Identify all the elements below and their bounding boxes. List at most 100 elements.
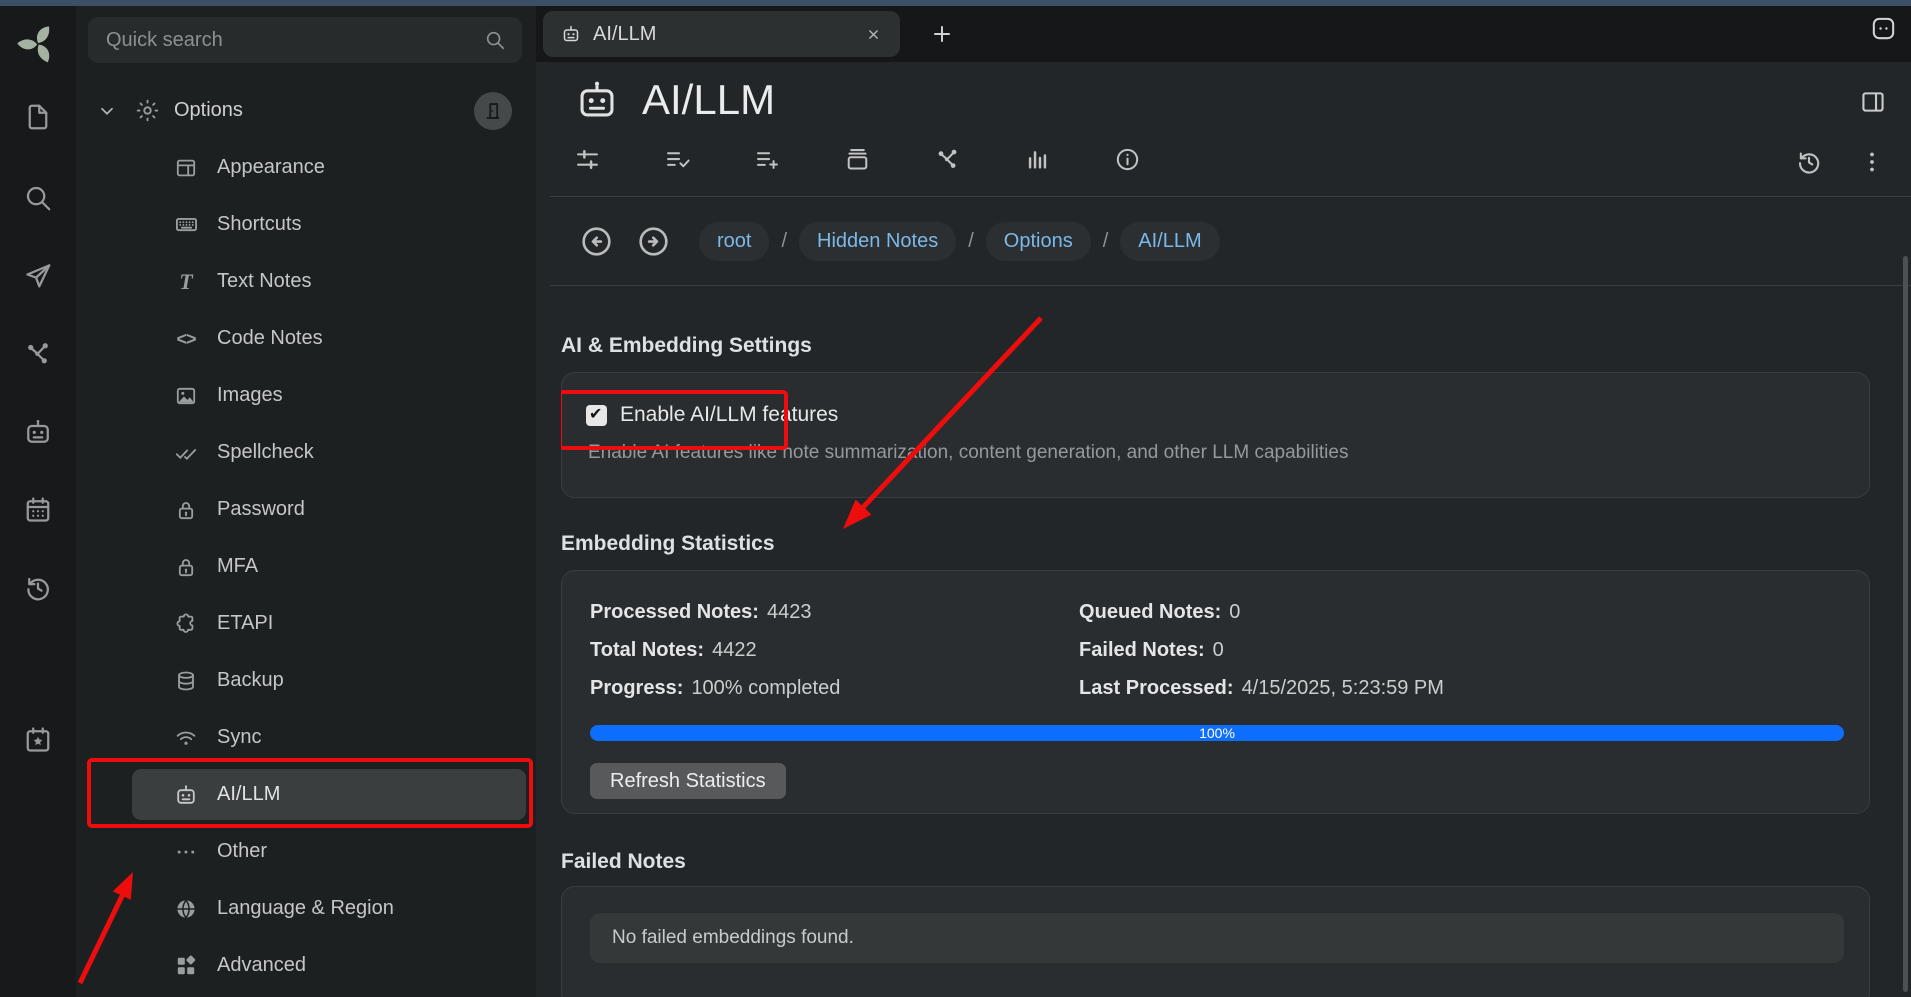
breadcrumb-item-root[interactable]: root <box>699 222 769 261</box>
tree-item-language-region[interactable]: Language & Region <box>76 880 536 937</box>
tree-item-shortcuts[interactable]: Shortcuts <box>76 196 536 253</box>
today-note-icon[interactable] <box>23 725 53 755</box>
tree-item-label: Backup <box>217 669 284 692</box>
tree-item-sync[interactable]: Sync <box>76 709 536 766</box>
info-icon[interactable] <box>1114 146 1141 173</box>
relation-map-icon[interactable] <box>23 339 53 369</box>
spellcheck-icon <box>173 441 199 465</box>
recent-changes-icon[interactable] <box>23 573 53 603</box>
section-heading-failed-notes: Failed Notes <box>561 850 1870 874</box>
tree-item-label: Text Notes <box>217 270 311 293</box>
failed-notes-empty-message: No failed embeddings found. <box>590 913 1844 963</box>
tree-item-appearance[interactable]: Appearance <box>76 139 536 196</box>
ai-settings-card: Enable AI/LLM features Enable AI feature… <box>561 372 1870 498</box>
back-button[interactable] <box>579 224 614 259</box>
enable-ai-checkbox-label[interactable]: Enable AI/LLM features <box>620 403 838 427</box>
tree-item-label: Code Notes <box>217 327 323 350</box>
embedding-statistics-card: Processed Notes:4423 Queued Notes:0 Tota… <box>561 570 1870 814</box>
tree-item-label: Password <box>217 498 305 521</box>
tree-item-spellcheck[interactable]: Spellcheck <box>76 424 536 481</box>
breadcrumb-item-ai-llm[interactable]: AI/LLM <box>1120 222 1219 261</box>
tree-item-label: Images <box>217 384 283 407</box>
trilium-app-window: Options Appearance Shortcuts T Text Note… <box>0 0 1911 997</box>
tab-label: AI/LLM <box>593 23 656 46</box>
enable-ai-checkbox-row[interactable]: Enable AI/LLM features <box>586 403 1845 427</box>
section-heading-ai-embedding: AI & Embedding Settings <box>561 334 1870 358</box>
tree-item-backup[interactable]: Backup <box>76 652 536 709</box>
tree-item-password[interactable]: Password <box>76 481 536 538</box>
tab-bar: AI/LLM <box>536 6 1911 62</box>
vertical-scrollbar[interactable] <box>1903 256 1908 992</box>
image-icon <box>173 384 199 408</box>
chat-bubble-icon[interactable] <box>1870 15 1897 42</box>
stat-failed-notes: Failed Notes:0 <box>1079 639 1844 677</box>
tree-item-text-notes[interactable]: T Text Notes <box>76 253 536 310</box>
enable-ai-checkbox[interactable] <box>586 405 607 426</box>
chevron-down-icon[interactable] <box>94 100 120 122</box>
list-add-icon[interactable] <box>754 146 781 173</box>
tree-item-ai-llm[interactable]: AI/LLM <box>76 766 536 823</box>
breadcrumb-separator: / <box>1103 230 1109 253</box>
embedding-progress-bar: 100% <box>590 725 1844 741</box>
stat-last-processed: Last Processed:4/15/2025, 5:23:59 PM <box>1079 677 1844 715</box>
tree-item-other[interactable]: Other <box>76 823 536 880</box>
breadcrumb-separator: / <box>781 230 787 253</box>
code-icon: <> <box>173 330 199 348</box>
quick-search-input[interactable] <box>104 28 484 53</box>
tree-item-label: Options <box>174 99 243 122</box>
close-tab-icon[interactable] <box>865 23 882 46</box>
globe-icon <box>173 897 199 921</box>
layout-icon <box>173 156 199 180</box>
tree-item-options[interactable]: Options <box>76 82 536 139</box>
wifi-icon <box>173 726 199 750</box>
trilium-logo <box>16 22 60 66</box>
settings-content: AI & Embedding Settings Enable AI/LLM fe… <box>561 286 1870 997</box>
robot-icon <box>173 783 199 807</box>
tree-item-label: Language & Region <box>217 897 394 920</box>
stat-queued-notes: Queued Notes:0 <box>1079 601 1844 639</box>
calendar-icon[interactable] <box>23 495 53 525</box>
kebab-menu-icon[interactable] <box>1858 148 1886 176</box>
relations-icon[interactable] <box>934 146 961 173</box>
puzzle-icon <box>173 612 199 636</box>
tab-ai-llm[interactable]: AI/LLM <box>543 11 900 57</box>
gear-icon <box>134 98 160 123</box>
enable-ai-description: Enable AI features like note summarizati… <box>588 442 1845 464</box>
breadcrumb-item-hidden-notes[interactable]: Hidden Notes <box>799 222 956 261</box>
keyboard-icon <box>173 212 199 237</box>
list-check-icon[interactable] <box>664 146 691 173</box>
hide-tree-button[interactable] <box>474 92 512 130</box>
new-note-icon[interactable] <box>23 102 53 132</box>
split-pane-icon[interactable] <box>1859 88 1887 116</box>
tree-item-advanced[interactable]: Advanced <box>76 937 536 994</box>
toolbar-divider <box>550 196 1911 197</box>
grid-icon <box>173 954 199 978</box>
quick-search[interactable] <box>88 17 522 63</box>
jump-to-icon[interactable] <box>23 261 53 291</box>
tree-item-label: ETAPI <box>217 612 273 635</box>
progress-bar-label: 100% <box>590 725 1844 741</box>
note-revisions-icon[interactable] <box>1795 148 1823 176</box>
stat-processed-notes: Processed Notes:4423 <box>590 601 1079 639</box>
archive-icon[interactable] <box>844 146 871 173</box>
tree-item-mfa[interactable]: MFA <box>76 538 536 595</box>
text-icon: T <box>173 271 199 293</box>
basic-properties-icon[interactable] <box>574 146 601 173</box>
failed-notes-card: No failed embeddings found. <box>561 886 1870 997</box>
note-tree-panel: Options Appearance Shortcuts T Text Note… <box>76 6 536 997</box>
main-pane: AI/LLM AI/LLM <box>536 6 1911 997</box>
refresh-statistics-button[interactable]: Refresh Statistics <box>590 763 786 799</box>
ai-chat-icon[interactable] <box>23 417 53 447</box>
tree-item-etapi[interactable]: ETAPI <box>76 595 536 652</box>
new-tab-button[interactable] <box>930 22 954 46</box>
note-title[interactable]: AI/LLM <box>642 76 775 124</box>
forward-button[interactable] <box>636 224 671 259</box>
lock-icon <box>173 555 199 579</box>
tree-item-code-notes[interactable]: <> Code Notes <box>76 310 536 367</box>
breadcrumb: root / Hidden Notes / Options / AI/LLM <box>579 210 1911 272</box>
breadcrumb-item-options[interactable]: Options <box>986 222 1091 261</box>
stats-icon[interactable] <box>1024 146 1051 173</box>
tree-item-images[interactable]: Images <box>76 367 536 424</box>
search-icon[interactable] <box>23 183 53 213</box>
breadcrumb-separator: / <box>968 230 974 253</box>
